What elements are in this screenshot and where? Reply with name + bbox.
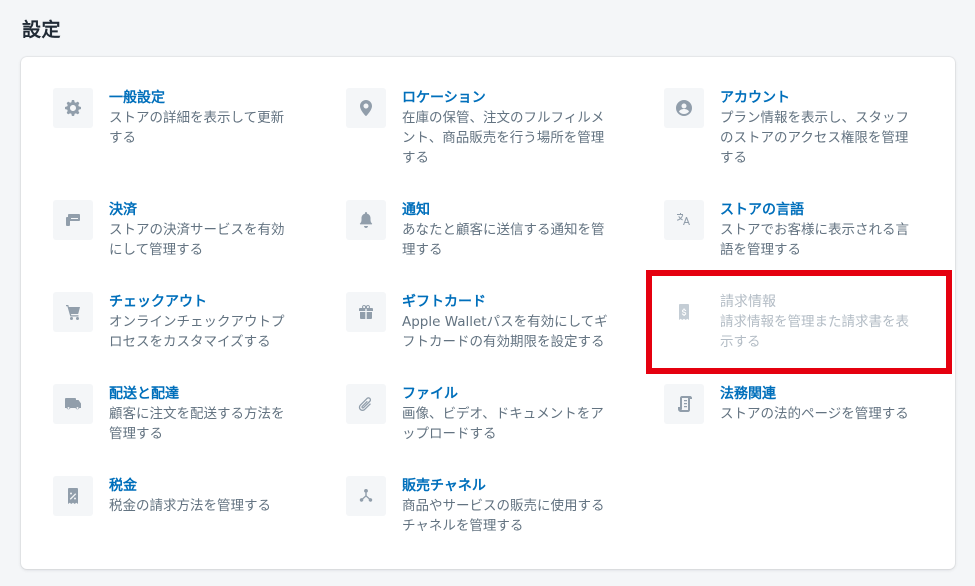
settings-item-description: ストアの法的ページを管理する — [720, 406, 909, 422]
settings-item-locations[interactable]: ロケーション 在庫の保管、注文のフルフィルメ ント、商品販売を行う場所を管理 する — [346, 88, 604, 168]
settings-item-description: ストアの詳細を表示して更新 する — [109, 110, 285, 146]
settings-item-account[interactable]: アカウント プラン情報を表示し、スタッフ のストアのアクセス権限を管理 する — [664, 88, 909, 168]
translate-icon — [664, 200, 704, 240]
settings-item-title: ギフトカード — [402, 294, 486, 310]
settings-item-description: 商品やサービスの販売に使用する チャネルを管理する — [402, 498, 605, 534]
settings-item-title: アカウント — [720, 90, 790, 106]
settings-item-title: ロケーション — [402, 90, 486, 106]
settings-item-title: 一般設定 — [109, 90, 165, 106]
gift-icon — [346, 292, 386, 332]
settings-item-title: ファイル — [402, 386, 458, 402]
settings-item-store-languages[interactable]: ストアの言語 ストアでお客様に表示される言 語を管理する — [664, 200, 909, 260]
settings-item-title: 請求情報 — [720, 294, 776, 310]
page-title: 設定 — [22, 19, 62, 41]
settings-item-description: プラン情報を表示し、スタッフ のストアのアクセス権限を管理 する — [720, 110, 909, 166]
settings-item-checkout[interactable]: チェックアウト オンラインチェックアウトプ ロセスをカスタマイズする — [53, 292, 285, 352]
settings-item-files[interactable]: ファイル 画像、ビデオ、ドキュメントをア ップロードする — [346, 384, 604, 444]
paperclip-icon — [346, 384, 386, 424]
settings-item-taxes[interactable]: 税金 税金の請求方法を管理する — [53, 476, 271, 516]
settings-item-shipping[interactable]: 配送と配達 顧客に注文を配送する方法を 管理する — [53, 384, 285, 444]
settings-item-title: 販売チャネル — [402, 478, 486, 494]
settings-item-description: ストアの決済サービスを有効 にして管理する — [109, 222, 285, 258]
settings-item-description: Apple Walletパスを有効にしてギ フトカードの有効期限を設定する — [402, 314, 608, 350]
settings-card: 一般設定 ストアの詳細を表示して更新 する ロケーション 在庫の保管、注文のフルフ… — [21, 57, 955, 569]
user-circle-icon — [664, 88, 704, 128]
settings-item-title: 税金 — [109, 478, 137, 494]
gear-icon — [53, 88, 93, 128]
cart-icon — [53, 292, 93, 332]
settings-item-title: 法務関連 — [720, 386, 776, 402]
payment-card-icon — [53, 200, 93, 240]
settings-item-description: 税金の請求方法を管理する — [109, 498, 271, 514]
settings-item-notifications[interactable]: 通知 あなたと顧客に送信する通知を管 理する — [346, 200, 605, 260]
settings-item-general[interactable]: 一般設定 ストアの詳細を表示して更新 する — [53, 88, 284, 148]
settings-item-gift-cards[interactable]: ギフトカード Apple Walletパスを有効にしてギ フトカードの有効期限を設… — [346, 292, 608, 352]
settings-item-description: 画像、ビデオ、ドキュメントをア ップロードする — [402, 406, 604, 442]
settings-item-legal[interactable]: 法務関連 ストアの法的ページを管理する — [664, 384, 909, 424]
legal-scroll-icon — [664, 384, 704, 424]
receipt-dollar-icon — [664, 292, 704, 332]
settings-item-sales-channels[interactable]: 販売チャネル 商品やサービスの販売に使用する チャネルを管理する — [346, 476, 605, 536]
settings-item-payments[interactable]: 決済 ストアの決済サービスを有効 にして管理する — [53, 200, 285, 260]
settings-item-description: 在庫の保管、注文のフルフィルメ ント、商品販売を行う場所を管理 する — [402, 110, 605, 166]
settings-item-description: 顧客に注文を配送する方法を 管理する — [109, 406, 285, 442]
settings-item-title: 通知 — [402, 202, 430, 218]
settings-item-description: ストアでお客様に表示される言 語を管理する — [720, 222, 909, 258]
settings-item-description: オンラインチェックアウトプ ロセスをカスタマイズする — [109, 314, 285, 350]
settings-item-title: チェックアウト — [109, 294, 207, 310]
settings-item-description: あなたと顧客に送信する通知を管 理する — [402, 222, 605, 258]
settings-item-description: 請求情報を管理また請求書を表 示する — [720, 314, 909, 350]
location-pin-icon — [346, 88, 386, 128]
channels-icon — [346, 476, 386, 516]
bell-icon — [346, 200, 386, 240]
settings-item-title: 配送と配達 — [109, 386, 179, 402]
tax-receipt-icon — [53, 476, 93, 516]
settings-item-title: ストアの言語 — [720, 202, 804, 218]
settings-item-billing[interactable]: 請求情報 請求情報を管理また請求書を表 示する — [664, 292, 909, 352]
truck-icon — [53, 384, 93, 424]
settings-item-title: 決済 — [109, 202, 137, 218]
